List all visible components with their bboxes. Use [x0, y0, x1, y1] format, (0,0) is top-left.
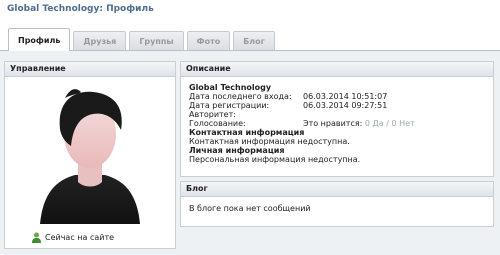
contact-text: Контактная информация недоступна. [189, 137, 350, 146]
registration-label: Дата регистрации: [189, 101, 270, 110]
online-status: Сейчас на сайте [31, 232, 114, 243]
online-status-label: Сейчас на сайте [45, 233, 115, 242]
avatar [40, 89, 140, 224]
description-panel-title: Описание [181, 62, 493, 77]
blog-panel: Блог В блоге пока нет сообщений [180, 181, 494, 227]
manage-panel-title: Управление [5, 62, 175, 77]
personal-text: Персональная информация недоступна. [189, 155, 361, 164]
last-login-value: 06.03.2014 10:51:07 [303, 92, 388, 101]
blog-empty-message: В блоге пока нет сообщений [189, 204, 311, 213]
personal-title: Личная информация [189, 146, 285, 155]
user-name: Global Technology [189, 83, 272, 92]
vote-yes-link[interactable]: 0 Да [365, 119, 384, 128]
blog-panel-title: Блог [181, 182, 493, 197]
tab-profile[interactable]: Профиль [8, 28, 71, 51]
authority-label: Авторитет: [189, 110, 236, 119]
vote-widget: Это нравится: 0 Да / 0 Нет [303, 119, 415, 128]
manage-panel: Управление Сейчас на сайте [4, 61, 176, 249]
vote-label: Голосование: [189, 119, 246, 128]
contact-title: Контактная информация [189, 128, 305, 137]
tab-friends[interactable]: Друзья [73, 31, 127, 51]
tab-photo[interactable]: Фото [186, 31, 231, 51]
tab-blog[interactable]: Блог [233, 31, 275, 51]
vote-likes-label: Это нравится: [303, 119, 363, 128]
last-login-label: Дата последнего входа: [189, 92, 292, 101]
user-online-icon [32, 232, 41, 243]
registration-value: 06.03.2014 09:27:51 [303, 101, 388, 110]
content-area: Управление Сейчас на сайте Описание Glob… [0, 50, 500, 255]
page-title: Global Technology: Профиль [7, 4, 154, 14]
vote-no-link[interactable]: 0 Нет [392, 119, 415, 128]
profile-tabs: Профиль Друзья Группы Фото Блог [8, 28, 275, 51]
vote-separator: / [386, 119, 389, 128]
description-panel: Описание Global Technology Дата последне… [180, 61, 494, 177]
tab-groups[interactable]: Группы [129, 31, 184, 51]
